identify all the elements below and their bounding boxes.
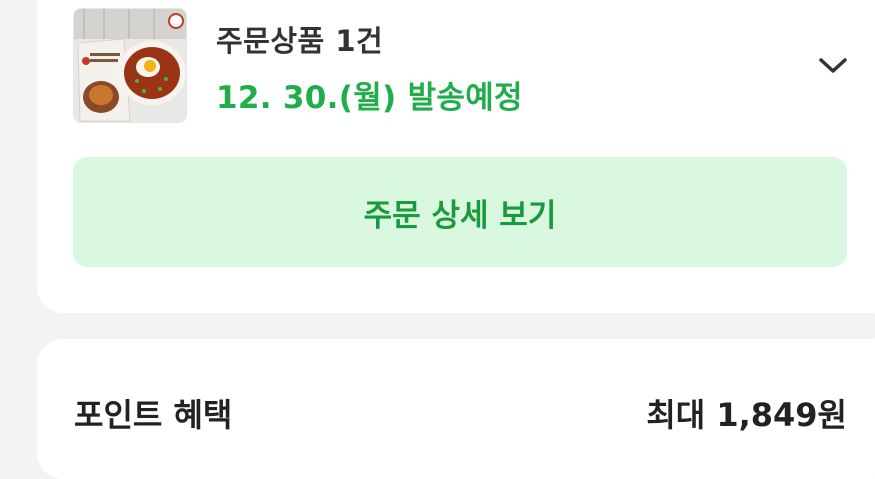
product-thumbnail[interactable] xyxy=(73,8,187,123)
chevron-down-icon[interactable] xyxy=(817,52,849,78)
points-benefit-label: 포인트 혜택 xyxy=(74,396,233,434)
shipping-status: 12. 30.(월) 발송예정 xyxy=(216,80,523,116)
order-item-count: 주문상품 1건 xyxy=(216,24,384,58)
product-image xyxy=(74,9,186,122)
points-benefit-value: 최대 1,849원 xyxy=(646,396,847,434)
order-detail-button[interactable]: 주문 상세 보기 xyxy=(73,157,847,267)
